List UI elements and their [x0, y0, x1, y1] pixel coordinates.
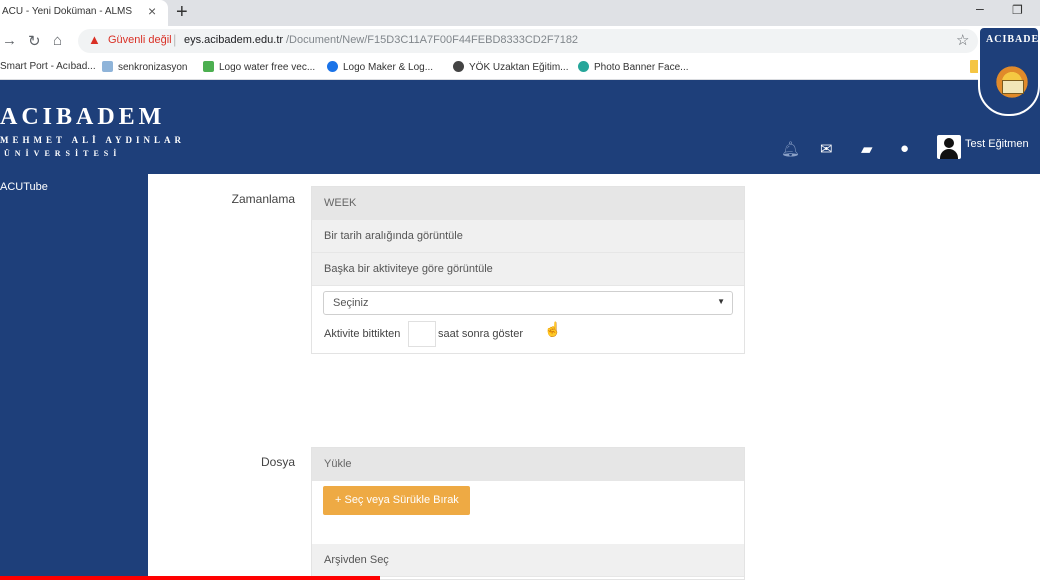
delay-suffix-label: saat sonra göster — [438, 328, 523, 340]
hand-cursor-icon: ☝ — [544, 321, 562, 337]
close-icon[interactable]: × — [148, 3, 156, 19]
logo-subtitle: MEHMET ALİ AYDINLAR — [0, 135, 186, 145]
bookmark-star-icon[interactable]: ☆ — [956, 31, 969, 49]
university-crest: ACIBADEM — [978, 26, 1040, 116]
upload-tab[interactable]: Yükle — [312, 448, 744, 481]
delay-label: Aktivite bittikten — [324, 328, 401, 340]
logo-maker-icon — [327, 61, 338, 72]
dropdown-arrow-icon: ▼ — [717, 297, 725, 306]
activity-select[interactable]: Seçiniz ▼ — [323, 291, 733, 315]
browser-toolbar: → ↻ ⌂ ▲ Güvenli değil | eys.acibadem.edu… — [0, 26, 1040, 56]
reload-icon[interactable]: ↻ — [28, 32, 41, 50]
bookmark-label: Logo Maker & Log... — [343, 62, 434, 73]
avatar-body — [940, 149, 958, 159]
schedule-option-date-range[interactable]: Bir tarih aralığında görüntüle — [312, 220, 744, 253]
main-content: Zamanlama WEEK Bir tarih aralığında görü… — [148, 174, 1040, 580]
forward-arrow-icon[interactable]: → — [2, 32, 17, 49]
archive-tab[interactable]: Arşivden Seç — [312, 544, 744, 577]
scheduling-label: Zamanlama — [231, 192, 295, 206]
delay-hours-input[interactable] — [408, 321, 436, 347]
crest-text: ACIBADEM — [986, 34, 1040, 45]
url-separator: | — [173, 32, 177, 47]
url-path: /Document/New/F15D3C11A7F00F44FEBD8333CD… — [286, 34, 579, 46]
photo-banner-icon — [578, 61, 589, 72]
envelope-icon[interactable]: ✉ — [820, 140, 833, 158]
bookmarks-bar: Smart Port - Acıbad... senkronizasyon Lo… — [0, 56, 1040, 80]
bookmark-label: YÖK Uzaktan Eğitim... — [469, 62, 569, 73]
bookmark-item[interactable]: senkronizasyon — [102, 61, 187, 73]
bell-icon[interactable]: 🔔︎ — [781, 140, 800, 158]
browser-tab[interactable]: ACU - Yeni Doküman - ALMS × — [0, 0, 168, 26]
scheduling-panel: WEEK Bir tarih aralığında görüntüle Başk… — [311, 186, 745, 354]
logo-subtitle-2: ÜNİVERSİTESİ — [4, 149, 122, 158]
bookmark-label: Photo Banner Face... — [594, 62, 689, 73]
logo-title[interactable]: ACIBADEM — [0, 104, 165, 131]
bookmark-item[interactable]: YÖK Uzaktan Eğitim... — [453, 61, 568, 73]
page-icon — [102, 61, 113, 72]
warning-icon: ▲ — [88, 32, 101, 47]
bookmark-label: Smart Port - Acıbad... — [0, 61, 96, 72]
avatar[interactable] — [937, 135, 961, 159]
book-emblem-icon — [1002, 80, 1024, 94]
download-icon — [203, 61, 214, 72]
file-panel: Yükle + Seç veya Sürükle Bırak Arşivden … — [311, 447, 745, 580]
url-field[interactable]: ▲ Güvenli değil | eys.acibadem.edu.tr /D… — [78, 29, 978, 53]
bookmark-label: Logo water free vec... — [219, 62, 316, 73]
tab-title: ACU - Yeni Doküman - ALMS — [2, 6, 133, 17]
bookmark-label: senkronizasyon — [118, 62, 188, 73]
schedule-option-activity[interactable]: Başka bir aktiviteye göre görüntüle — [312, 253, 744, 286]
bookmark-item[interactable]: Smart Port - Acıbad... — [0, 61, 96, 72]
file-label: Dosya — [260, 455, 295, 469]
bookmark-item[interactable]: Logo water free vec... — [203, 61, 315, 73]
sidebar-item-acutube[interactable]: ACUTube — [0, 181, 48, 193]
bookmark-item[interactable]: Logo Maker & Log... — [327, 61, 433, 73]
bookmark-item[interactable]: Photo Banner Face... — [578, 61, 689, 73]
url-host: eys.acibadem.edu.tr — [184, 34, 284, 46]
video-progress-bar — [0, 576, 380, 580]
sidebar: ACUTube — [0, 174, 148, 580]
minimize-icon[interactable]: – — [976, 0, 984, 16]
globe-icon — [453, 61, 464, 72]
restore-icon[interactable]: ❐ — [1012, 3, 1023, 17]
security-label[interactable]: Güvenli değil — [108, 34, 172, 46]
activity-select-value: Seçiniz — [333, 297, 369, 309]
browser-tabstrip: ACU - Yeni Doküman - ALMS × + – ❐ — [0, 0, 1040, 26]
globe-icon[interactable]: ● — [900, 140, 909, 157]
schedule-option-week[interactable]: WEEK — [312, 187, 744, 220]
avatar-head — [944, 138, 954, 148]
app-header: ACIBADEM MEHMET ALİ AYDINLAR ÜNİVERSİTES… — [0, 80, 1040, 174]
home-icon[interactable]: ⌂ — [53, 32, 62, 49]
book-icon[interactable]: ▰ — [861, 140, 873, 158]
new-tab-icon[interactable]: + — [176, 0, 188, 24]
choose-or-drop-button[interactable]: + Seç veya Sürükle Bırak — [323, 486, 470, 515]
user-name[interactable]: Test Eğitmen — [965, 138, 1029, 150]
